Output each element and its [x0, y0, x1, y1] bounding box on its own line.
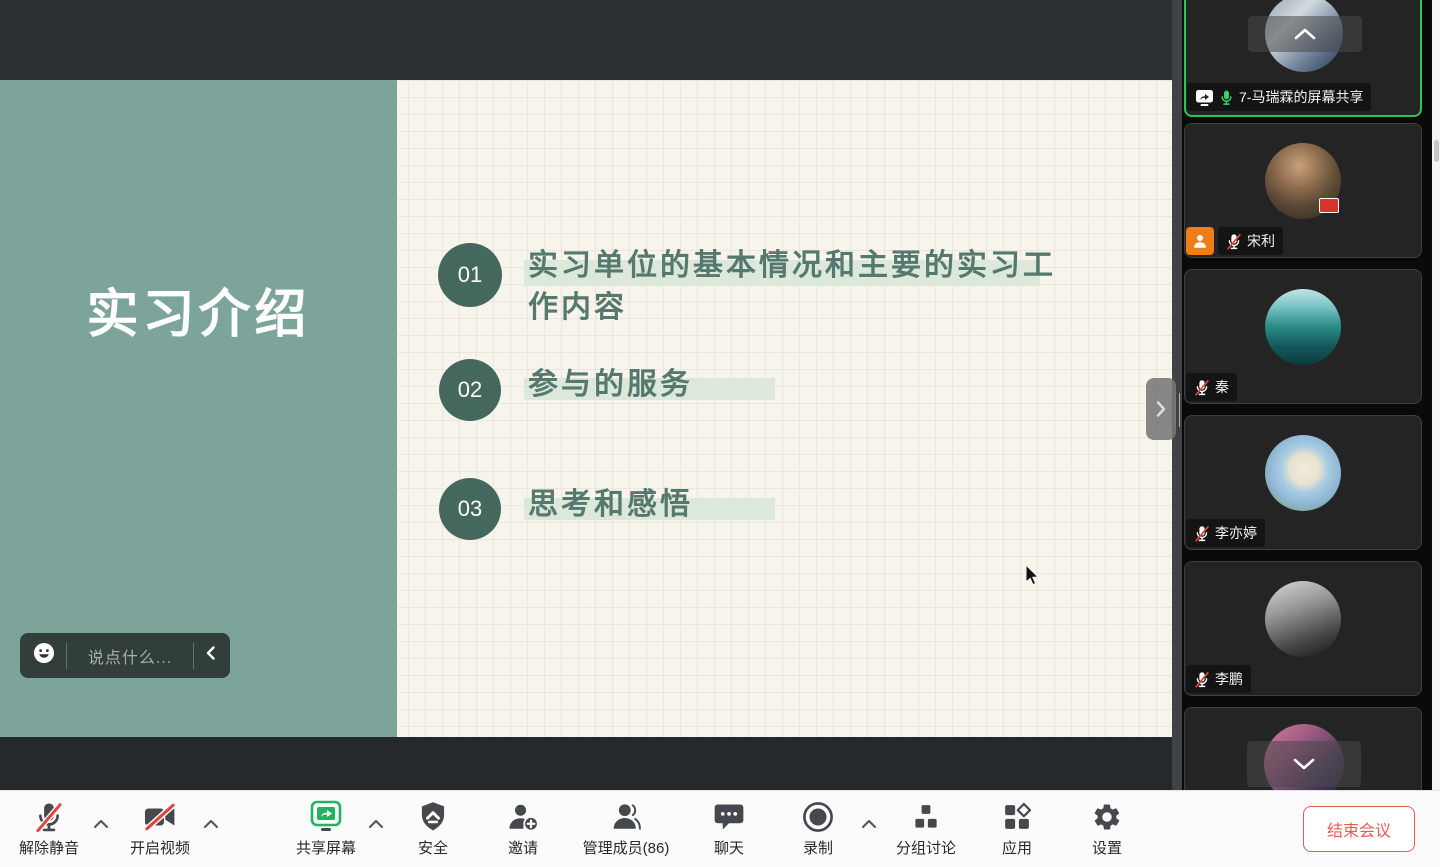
- microphone-muted-icon: [1226, 233, 1242, 250]
- chevron-up-icon: [1292, 26, 1318, 42]
- participant-name: 秦: [1215, 377, 1229, 397]
- chevron-left-icon[interactable]: [204, 645, 218, 666]
- chevron-right-icon: [1155, 400, 1167, 418]
- slide-item-number: 01: [438, 243, 502, 307]
- record-icon: [802, 800, 834, 834]
- end-meeting-button[interactable]: 结束会议: [1303, 806, 1415, 852]
- scroll-up-button[interactable]: [1248, 16, 1362, 52]
- microphone-muted-icon: [1194, 671, 1210, 688]
- avatar: [1265, 289, 1341, 365]
- chat-quick-bar[interactable]: 说点什么...: [20, 633, 230, 678]
- slide-item-text: 参与的服务: [528, 364, 1056, 406]
- start-video-label: 开启视频: [130, 837, 190, 858]
- emoji-smiley-icon[interactable]: [32, 641, 56, 670]
- participant-tile[interactable]: 宋利: [1184, 123, 1422, 258]
- participant-name: 7-马瑞霖的屏幕共享: [1239, 87, 1363, 107]
- share-screen-button[interactable]: 共享屏幕: [271, 798, 381, 862]
- manage-members-label: 管理成员(86): [583, 837, 670, 858]
- slide-item-number: 03: [439, 478, 501, 540]
- participant-tile[interactable]: 李亦婷: [1184, 415, 1422, 550]
- participant-name: 李亦婷: [1215, 523, 1257, 543]
- unmute-button[interactable]: 解除静音: [0, 798, 104, 862]
- breakout-rooms-label: 分组讨论: [896, 837, 956, 858]
- meeting-window: 实习介绍 01 02 03 实习单位的基本情况和主要的实习工作内容 参与的服务 …: [0, 0, 1440, 867]
- chat-bubble-icon: [714, 800, 744, 834]
- breakout-rooms-icon: [911, 800, 941, 834]
- scrollbar-thumb[interactable]: [1434, 140, 1439, 162]
- avatar: [1265, 581, 1341, 657]
- avatar: [1265, 143, 1341, 219]
- slide-item-number: 02: [439, 359, 501, 421]
- microphone-on-icon: [1219, 89, 1234, 106]
- participant-name: 宋利: [1247, 231, 1275, 251]
- host-badge-icon: [1186, 227, 1214, 255]
- participant-tile[interactable]: 李鹏: [1184, 561, 1422, 696]
- invite-button[interactable]: 邀请: [468, 798, 578, 862]
- apps-label: 应用: [1002, 837, 1032, 858]
- record-label: 录制: [803, 837, 833, 858]
- members-icon: [610, 800, 642, 834]
- share-screen-label: 共享屏幕: [296, 837, 356, 858]
- security-shield-icon: [418, 800, 448, 834]
- participant-name: 李鹏: [1215, 669, 1243, 689]
- microphone-muted-icon: [34, 800, 64, 834]
- apps-icon: [1002, 800, 1032, 834]
- divider: [66, 643, 67, 669]
- participant-tile[interactable]: [1184, 707, 1422, 790]
- unmute-label: 解除静音: [19, 837, 79, 858]
- record-button[interactable]: 录制: [763, 798, 873, 862]
- china-flag-badge: [1319, 198, 1339, 213]
- settings-gear-icon: [1092, 800, 1122, 834]
- settings-label: 设置: [1092, 837, 1122, 858]
- video-options-caret[interactable]: [201, 816, 221, 832]
- participants-sidebar: 7-马瑞霖的屏幕共享: [1182, 0, 1432, 790]
- mouse-cursor: [1025, 565, 1043, 592]
- scroll-down-button[interactable]: [1247, 741, 1361, 787]
- manage-members-button[interactable]: 管理成员(86): [571, 798, 681, 862]
- microphone-muted-icon: [1194, 379, 1210, 396]
- invite-label: 邀请: [508, 837, 538, 858]
- meeting-toolbar: 解除静音 开启视频: [0, 790, 1440, 867]
- screen-share-icon: [1195, 89, 1214, 106]
- settings-button[interactable]: 设置: [1052, 798, 1162, 862]
- sidebar-scrollbar[interactable]: [1432, 0, 1440, 790]
- microphone-muted-icon: [1194, 525, 1210, 542]
- start-video-button[interactable]: 开启视频: [105, 798, 215, 862]
- chat-input-placeholder[interactable]: 说点什么...: [77, 644, 183, 668]
- chevron-down-icon: [1291, 756, 1317, 772]
- slide-item-text: 思考和感悟: [528, 484, 1056, 526]
- participant-tile-screen-share[interactable]: 7-马瑞霖的屏幕共享: [1184, 0, 1422, 117]
- participant-tile[interactable]: 秦: [1184, 269, 1422, 404]
- chat-label: 聊天: [714, 837, 744, 858]
- sidebar-collapse-tab[interactable]: [1146, 378, 1176, 440]
- slide-item-text: 实习单位的基本情况和主要的实习工作内容: [528, 245, 1056, 329]
- camera-off-icon: [143, 800, 177, 834]
- shared-screen-bottom-letterbox: [0, 737, 1172, 790]
- shared-screen-top-letterbox: [0, 0, 1172, 80]
- invite-person-icon: [507, 800, 539, 834]
- security-label: 安全: [418, 837, 448, 858]
- avatar: [1265, 435, 1341, 511]
- share-screen-icon: [309, 800, 343, 834]
- slide-title: 实习介绍: [0, 272, 397, 347]
- divider: [193, 643, 194, 669]
